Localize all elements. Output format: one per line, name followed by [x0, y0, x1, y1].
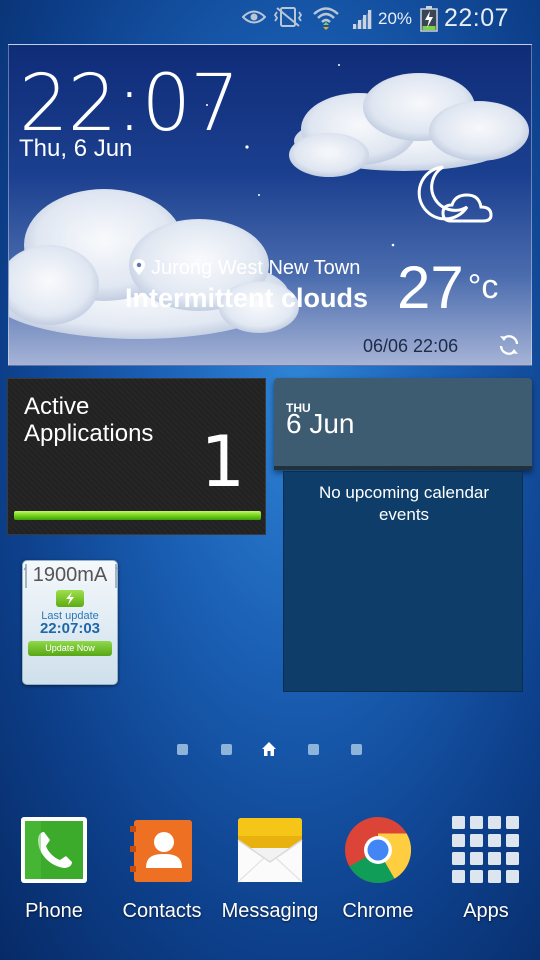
dock-apps-label: Apps [463, 900, 509, 922]
weather-temperature: 27 °c [397, 253, 498, 322]
battery-update-button[interactable]: Update Now [28, 641, 112, 656]
temperature-value: 27 [397, 254, 464, 321]
messaging-icon [237, 818, 303, 883]
active-applications-widget[interactable]: Active Applications 1 [7, 378, 266, 535]
vibrate-icon [273, 7, 303, 27]
weather-condition: Intermittent clouds [125, 283, 369, 313]
signal-icon [352, 9, 372, 29]
active-applications-title: Active Applications [24, 393, 154, 447]
dock-apps[interactable]: Apps [432, 810, 540, 930]
calendar-empty-message: No upcoming calendar events [318, 483, 490, 524]
page-dot-2[interactable] [221, 744, 232, 755]
status-clock: 22:07 [444, 4, 510, 32]
dock-phone-label: Phone [25, 900, 83, 922]
calendar-widget[interactable]: THU 6 Jun No upcoming calendar events [274, 378, 532, 692]
battery-percent: 20% [378, 9, 413, 28]
battery-capacity: 1900mA [32, 564, 108, 586]
calendar-events-panel[interactable]: No upcoming calendar events [283, 471, 523, 692]
dock-contacts-label: Contacts [122, 900, 202, 922]
phone-icon [21, 817, 87, 883]
location-pin-icon [133, 259, 145, 275]
contacts-icon [130, 820, 192, 882]
active-applications-count: 1 [200, 421, 245, 503]
home-page-icon[interactable] [261, 741, 277, 757]
dock-contacts[interactable]: Contacts [108, 810, 216, 930]
weather-clock-widget[interactable]: 22:07 Thu, 6 Jun Jurong West New Town In… [8, 44, 532, 366]
page-dot-1[interactable] [177, 744, 188, 755]
weather-updated-time: 06/06 22:06 [363, 336, 459, 356]
dock-chrome-label: Chrome [342, 900, 414, 922]
battery-charging-icon [420, 6, 438, 32]
apps-grid-icon [452, 816, 519, 883]
page-dot-4[interactable] [308, 744, 319, 755]
temperature-unit: °c [467, 268, 499, 306]
page-indicator[interactable] [0, 740, 540, 760]
calendar-header[interactable]: THU 6 Jun [274, 378, 532, 470]
battery-widget[interactable]: 1900mA Last update 22:07:03 Update Now [22, 560, 119, 685]
dock-chrome[interactable]: Chrome [324, 810, 432, 930]
dock-messaging[interactable]: Messaging [216, 810, 324, 930]
dock-phone[interactable]: Phone [0, 810, 108, 930]
battery-last-update-time: 22:07:03 [39, 620, 101, 637]
active-applications-bar-fill [14, 511, 261, 520]
active-applications-bar [14, 511, 261, 520]
eye-icon [242, 10, 266, 24]
weather-clock-date: Thu, 6 Jun [19, 135, 133, 162]
moon-cloud-icon [417, 165, 493, 223]
battery-bolt-icon [56, 590, 84, 607]
wifi-icon [313, 7, 339, 30]
weather-location-label: Jurong West New Town [151, 257, 361, 279]
app-dock[interactable]: Phone Contacts Messaging Chrome Apps [0, 810, 540, 940]
status-bar[interactable]: 20% 22:07 [0, 0, 540, 38]
page-dot-5[interactable] [351, 744, 362, 755]
refresh-icon[interactable] [497, 333, 521, 357]
dock-messaging-label: Messaging [221, 900, 319, 922]
chrome-icon [345, 817, 412, 884]
weather-location: Jurong West New Town [133, 257, 360, 280]
calendar-date: 6 Jun [286, 408, 355, 439]
